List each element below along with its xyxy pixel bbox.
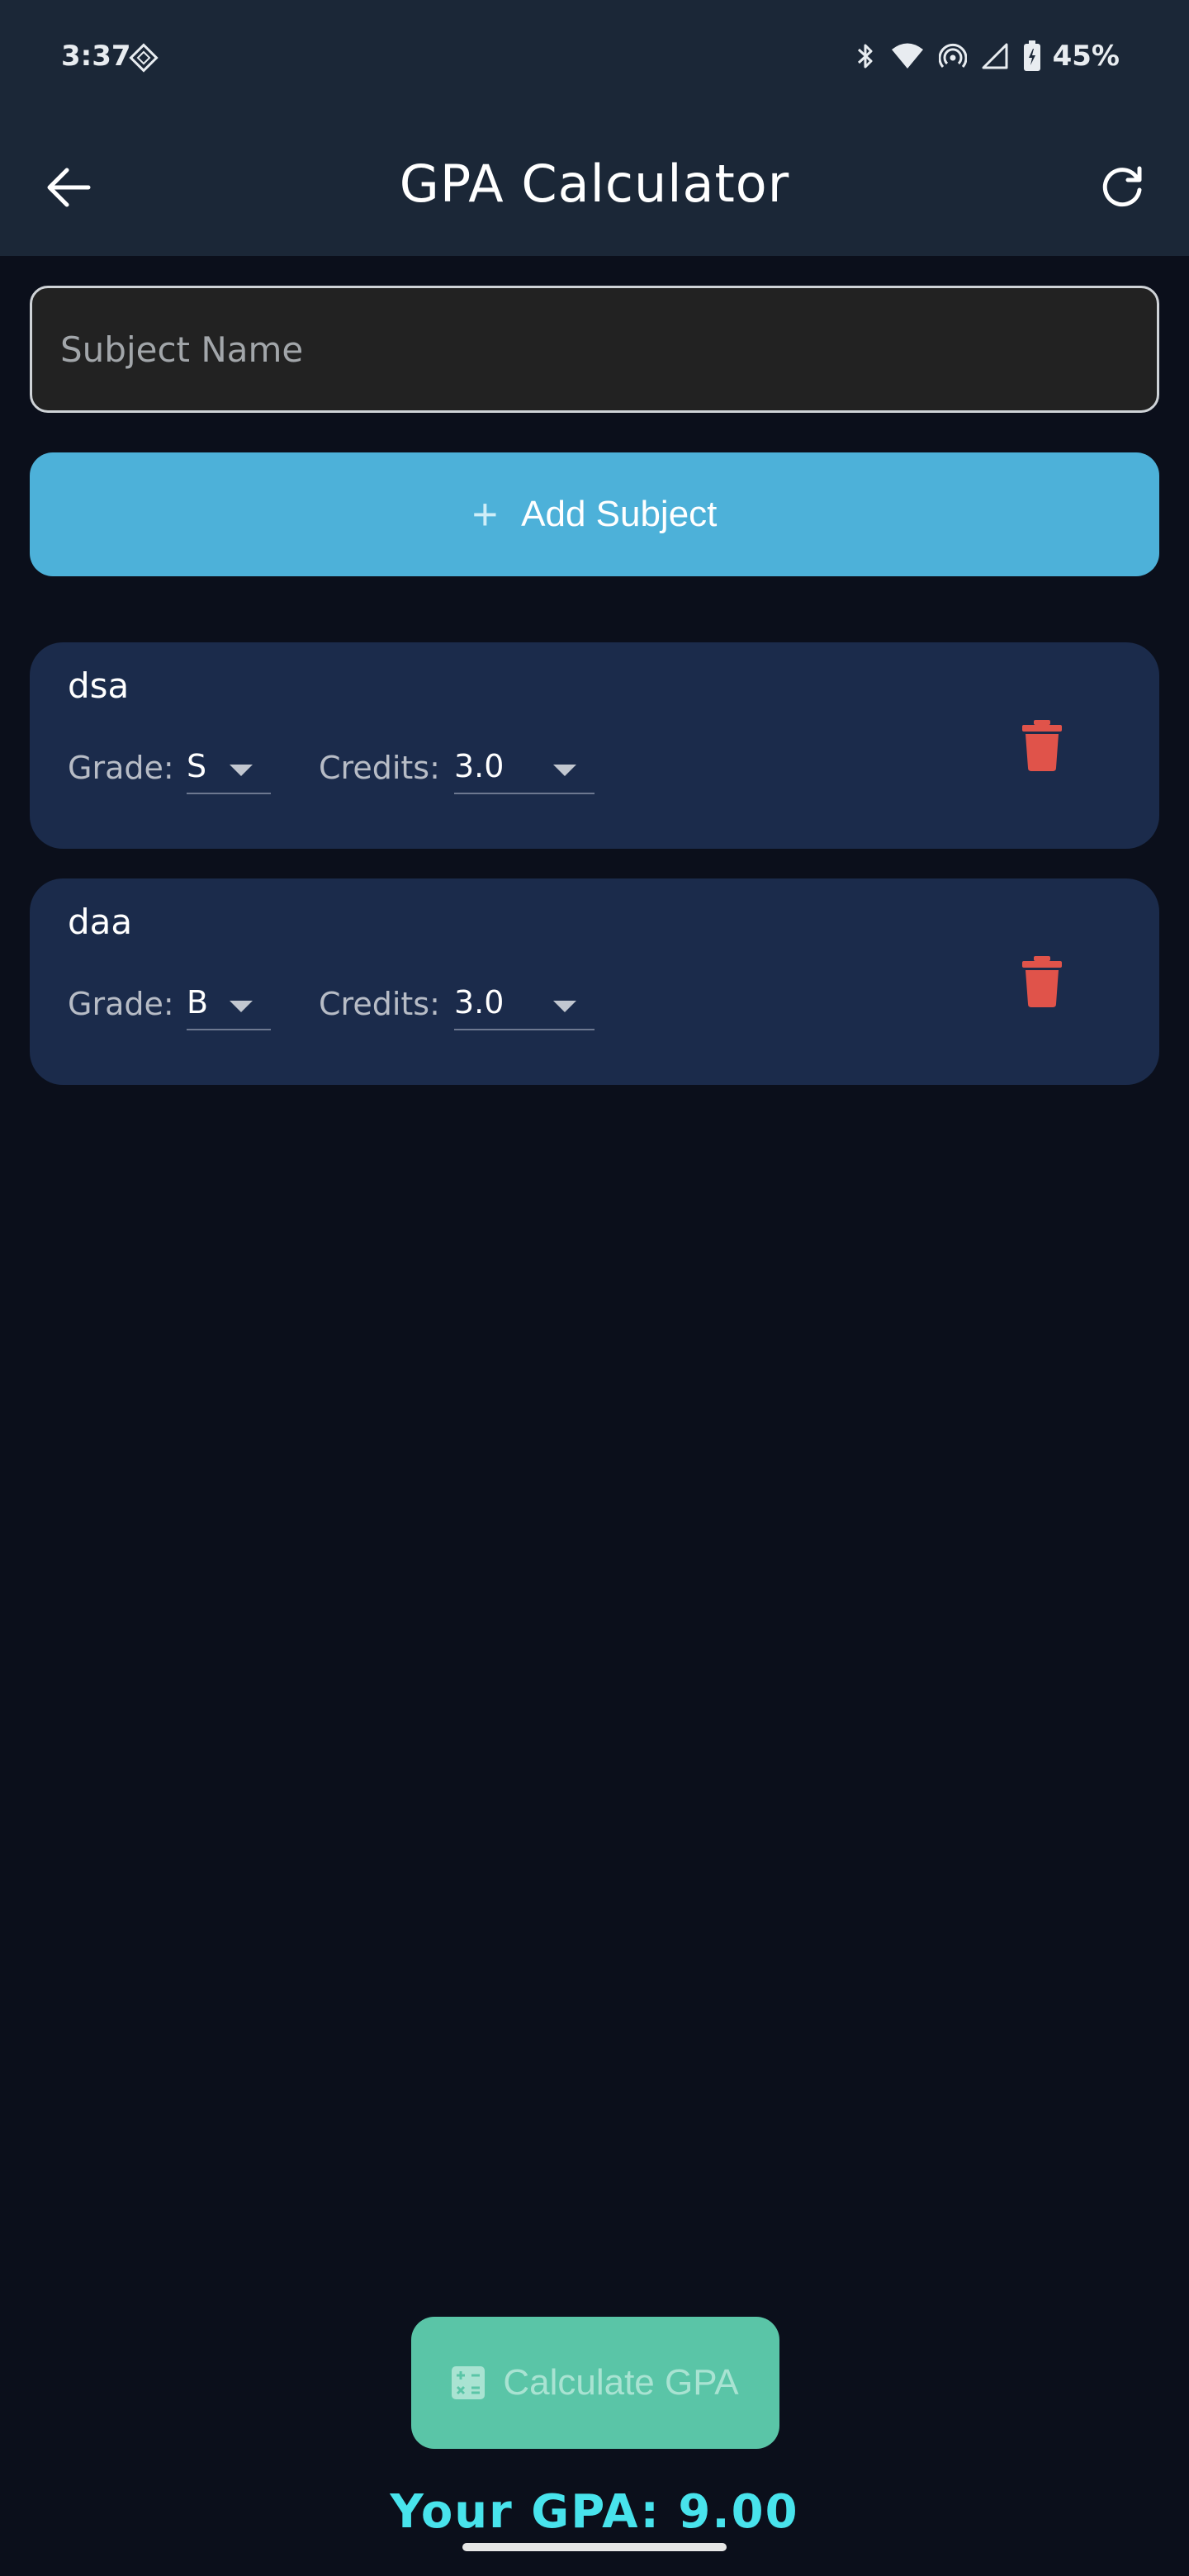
status-time: 3:37 [61,40,131,73]
home-indicator[interactable] [462,2543,727,2551]
subject-card: dsa Grade: S Credits: 3.0 [30,642,1159,849]
chevron-down-icon [553,1001,576,1012]
trash-icon [1022,956,1062,1007]
refresh-button[interactable] [1095,160,1149,215]
status-bar: 3:37 45% [0,0,1189,119]
credits-value: 3.0 [454,748,504,784]
calculate-gpa-button[interactable]: Calculate GPA [411,2317,779,2449]
gpa-result: Your GPA: 9.00 [390,2485,799,2539]
credits-dropdown[interactable]: 3.0 [454,976,594,1030]
grade-label: Grade: [68,986,174,1022]
grade-dropdown[interactable]: B [187,976,271,1030]
grade-value: B [187,984,209,1020]
chevron-down-icon [553,765,576,776]
credits-dropdown[interactable]: 3.0 [454,740,594,794]
wifi-icon [891,43,923,69]
refresh-icon [1102,166,1142,207]
delete-subject-button[interactable] [1021,956,1063,1007]
chevron-down-icon [230,765,253,776]
subject-card: daa Grade: B Credits: 3.0 [30,878,1159,1085]
credits-value: 3.0 [454,984,504,1020]
app-bar: GPA Calculator [0,119,1189,256]
calculate-gpa-label: Calculate GPA [503,2362,739,2403]
add-subject-label: Add Subject [521,494,718,534]
hotspot-icon [938,43,967,68]
credits-label: Credits: [319,986,440,1022]
plus-icon: + [471,490,499,539]
subject-name: daa [68,902,133,942]
bluetooth-icon [857,44,873,69]
status-icons: 45% [855,38,1120,74]
grade-dropdown[interactable]: S [187,740,271,794]
trash-icon [1022,720,1062,771]
notification-app-icon [129,43,159,73]
page-title: GPA Calculator [399,154,790,214]
calculator-icon [452,2366,486,2399]
battery-percent: 45% [1052,40,1120,73]
subject-name-input[interactable] [30,286,1159,413]
cell-signal-icon [982,43,1008,69]
chevron-down-icon [230,1001,253,1012]
subject-name: dsa [68,665,130,706]
credits-label: Credits: [319,750,440,786]
delete-subject-button[interactable] [1021,720,1063,771]
battery-icon [1023,40,1040,71]
grade-label: Grade: [68,750,174,786]
grade-value: S [187,748,207,784]
add-subject-button[interactable]: + Add Subject [30,452,1159,576]
